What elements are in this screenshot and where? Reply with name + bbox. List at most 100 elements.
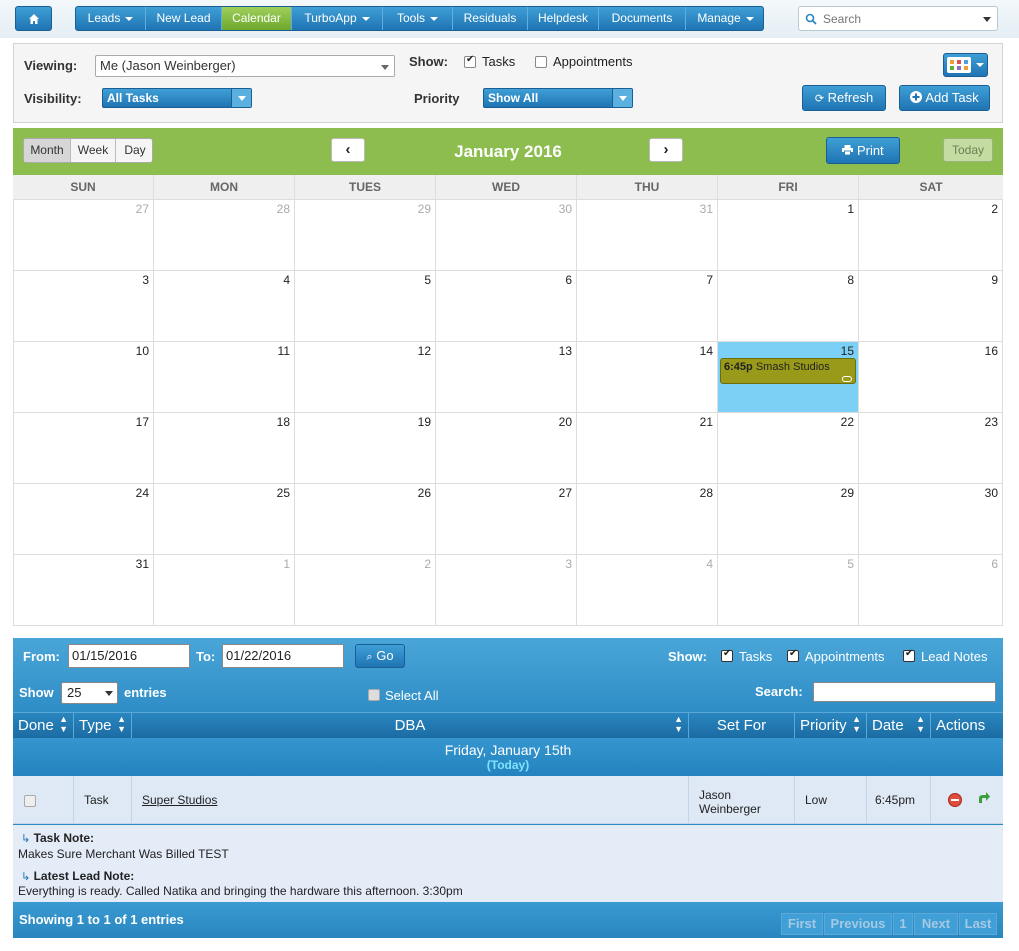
nav-calendar[interactable]: Calendar	[222, 7, 292, 30]
day-cell[interactable]: 17	[13, 413, 154, 484]
done-checkbox[interactable]	[24, 795, 36, 807]
col-set-for[interactable]: Set For	[689, 713, 795, 739]
day-cell[interactable]: 1	[718, 200, 859, 271]
next-month-button[interactable]: ›	[649, 138, 683, 162]
day-cell[interactable]: 25	[154, 484, 295, 555]
day-cell[interactable]: 3	[436, 555, 577, 626]
day-cell[interactable]: 9	[859, 271, 1003, 342]
day-cell[interactable]: 14	[577, 342, 718, 413]
list-show-appointments-checkbox[interactable]	[787, 648, 799, 662]
nav-tools[interactable]: Tools	[383, 7, 453, 30]
from-label: From:	[23, 649, 60, 664]
priority-select[interactable]: Show All	[483, 88, 633, 108]
day-cell[interactable]: 27	[13, 200, 154, 271]
select-all-checkbox[interactable]	[368, 689, 380, 701]
global-search[interactable]	[798, 6, 998, 31]
entries-per-page-select[interactable]: 25	[61, 682, 118, 704]
visibility-value: All Tasks	[107, 91, 159, 105]
day-cell[interactable]: 2	[859, 200, 1003, 271]
day-cell[interactable]: 30	[436, 200, 577, 271]
list-show-lead-notes-checkbox[interactable]	[903, 648, 915, 662]
viewing-select[interactable]: Me (Jason Weinberger)	[95, 55, 395, 77]
day-cell[interactable]: 29	[295, 200, 436, 271]
tab-day[interactable]: Day	[116, 139, 152, 162]
col-dba[interactable]: DBA ▲ ▼	[132, 713, 689, 739]
day-cell[interactable]: 28	[154, 200, 295, 271]
day-cell[interactable]: 6	[859, 555, 1003, 626]
day-cell[interactable]: 5	[295, 271, 436, 342]
day-cell[interactable]: 18	[154, 413, 295, 484]
to-date-input[interactable]: 01/22/2016	[222, 644, 344, 668]
show-appointments-checkbox[interactable]	[535, 56, 547, 68]
nav-manage[interactable]: Manage	[686, 7, 763, 30]
day-cell[interactable]: 20	[436, 413, 577, 484]
pager-last[interactable]: Last	[959, 913, 997, 935]
today-button[interactable]: Today	[943, 138, 993, 162]
col-date[interactable]: Date ▲ ▼	[867, 713, 931, 739]
day-cell[interactable]: 19	[295, 413, 436, 484]
day-cell[interactable]: 16	[859, 342, 1003, 413]
day-cell[interactable]: 5	[718, 555, 859, 626]
nav-leads[interactable]: Leads	[76, 7, 146, 30]
forward-icon[interactable]	[977, 791, 991, 805]
visibility-select[interactable]: All Tasks	[102, 88, 252, 108]
nav-documents[interactable]: Documents	[599, 7, 686, 30]
show-tasks-checkbox[interactable]	[464, 54, 476, 68]
nav-helpdesk[interactable]: Helpdesk	[528, 7, 599, 30]
day-cell[interactable]: 27	[436, 484, 577, 555]
day-cell[interactable]: 11	[154, 342, 295, 413]
add-task-button[interactable]: Add Task	[899, 85, 990, 111]
col-actions: Actions	[931, 713, 1003, 739]
nav-turboapp[interactable]: TurboApp	[292, 7, 383, 30]
cell-actions	[931, 776, 1003, 824]
day-cell[interactable]: 1	[154, 555, 295, 626]
refresh-button[interactable]: ⟳ Refresh	[802, 85, 886, 111]
col-done[interactable]: Done ▲ ▼	[13, 713, 74, 739]
day-cell[interactable]: 23	[859, 413, 1003, 484]
list-show-tasks-checkbox[interactable]	[721, 648, 733, 662]
day-cell[interactable]: 21	[577, 413, 718, 484]
pager-next[interactable]: Next	[914, 913, 958, 935]
calendar-event[interactable]: 6:45p Smash Studios	[720, 358, 856, 384]
from-date-input[interactable]: 01/15/2016	[68, 644, 190, 668]
day-cell[interactable]: 26	[295, 484, 436, 555]
day-cell[interactable]: 10	[13, 342, 154, 413]
chevron-down-icon[interactable]	[983, 17, 991, 22]
delete-icon[interactable]	[948, 793, 962, 807]
prev-month-button[interactable]: ‹	[331, 138, 365, 162]
pager-page-1[interactable]: 1	[893, 913, 913, 935]
day-cell[interactable]: 29	[718, 484, 859, 555]
day-cell[interactable]: 31	[13, 555, 154, 626]
go-button[interactable]: ⌕ Go	[355, 644, 405, 668]
day-cell[interactable]: 31	[577, 200, 718, 271]
tab-month[interactable]: Month	[24, 139, 71, 162]
day-cell[interactable]: 28	[577, 484, 718, 555]
day-cell[interactable]: 4	[154, 271, 295, 342]
day-cell[interactable]: 13	[436, 342, 577, 413]
day-number: 6	[991, 557, 998, 571]
nav-new-lead[interactable]: New Lead	[146, 7, 222, 30]
day-cell[interactable]: 8	[718, 271, 859, 342]
day-cell[interactable]: 6	[436, 271, 577, 342]
tab-week[interactable]: Week	[71, 139, 116, 162]
day-cell[interactable]: 2	[295, 555, 436, 626]
day-cell[interactable]: 3	[13, 271, 154, 342]
home-button[interactable]	[15, 6, 52, 31]
day-cell[interactable]: 24	[13, 484, 154, 555]
day-cell-today[interactable]: 15 6:45p Smash Studios	[718, 342, 859, 413]
day-cell[interactable]: 30	[859, 484, 1003, 555]
print-button[interactable]: Print	[826, 137, 900, 164]
day-cell[interactable]: 4	[577, 555, 718, 626]
day-cell[interactable]: 22	[718, 413, 859, 484]
pager-previous[interactable]: Previous	[824, 913, 892, 935]
col-priority[interactable]: Priority ▲ ▼	[795, 713, 867, 739]
view-switcher-button[interactable]	[943, 53, 988, 77]
dba-link[interactable]: Super Studios	[142, 793, 217, 807]
list-search-input[interactable]	[813, 682, 996, 702]
pager-first[interactable]: First	[781, 913, 823, 935]
day-cell[interactable]: 12	[295, 342, 436, 413]
nav-residuals[interactable]: Residuals	[453, 7, 528, 30]
global-search-input[interactable]	[821, 10, 971, 27]
day-cell[interactable]: 7	[577, 271, 718, 342]
col-type[interactable]: Type ▲ ▼	[74, 713, 132, 739]
